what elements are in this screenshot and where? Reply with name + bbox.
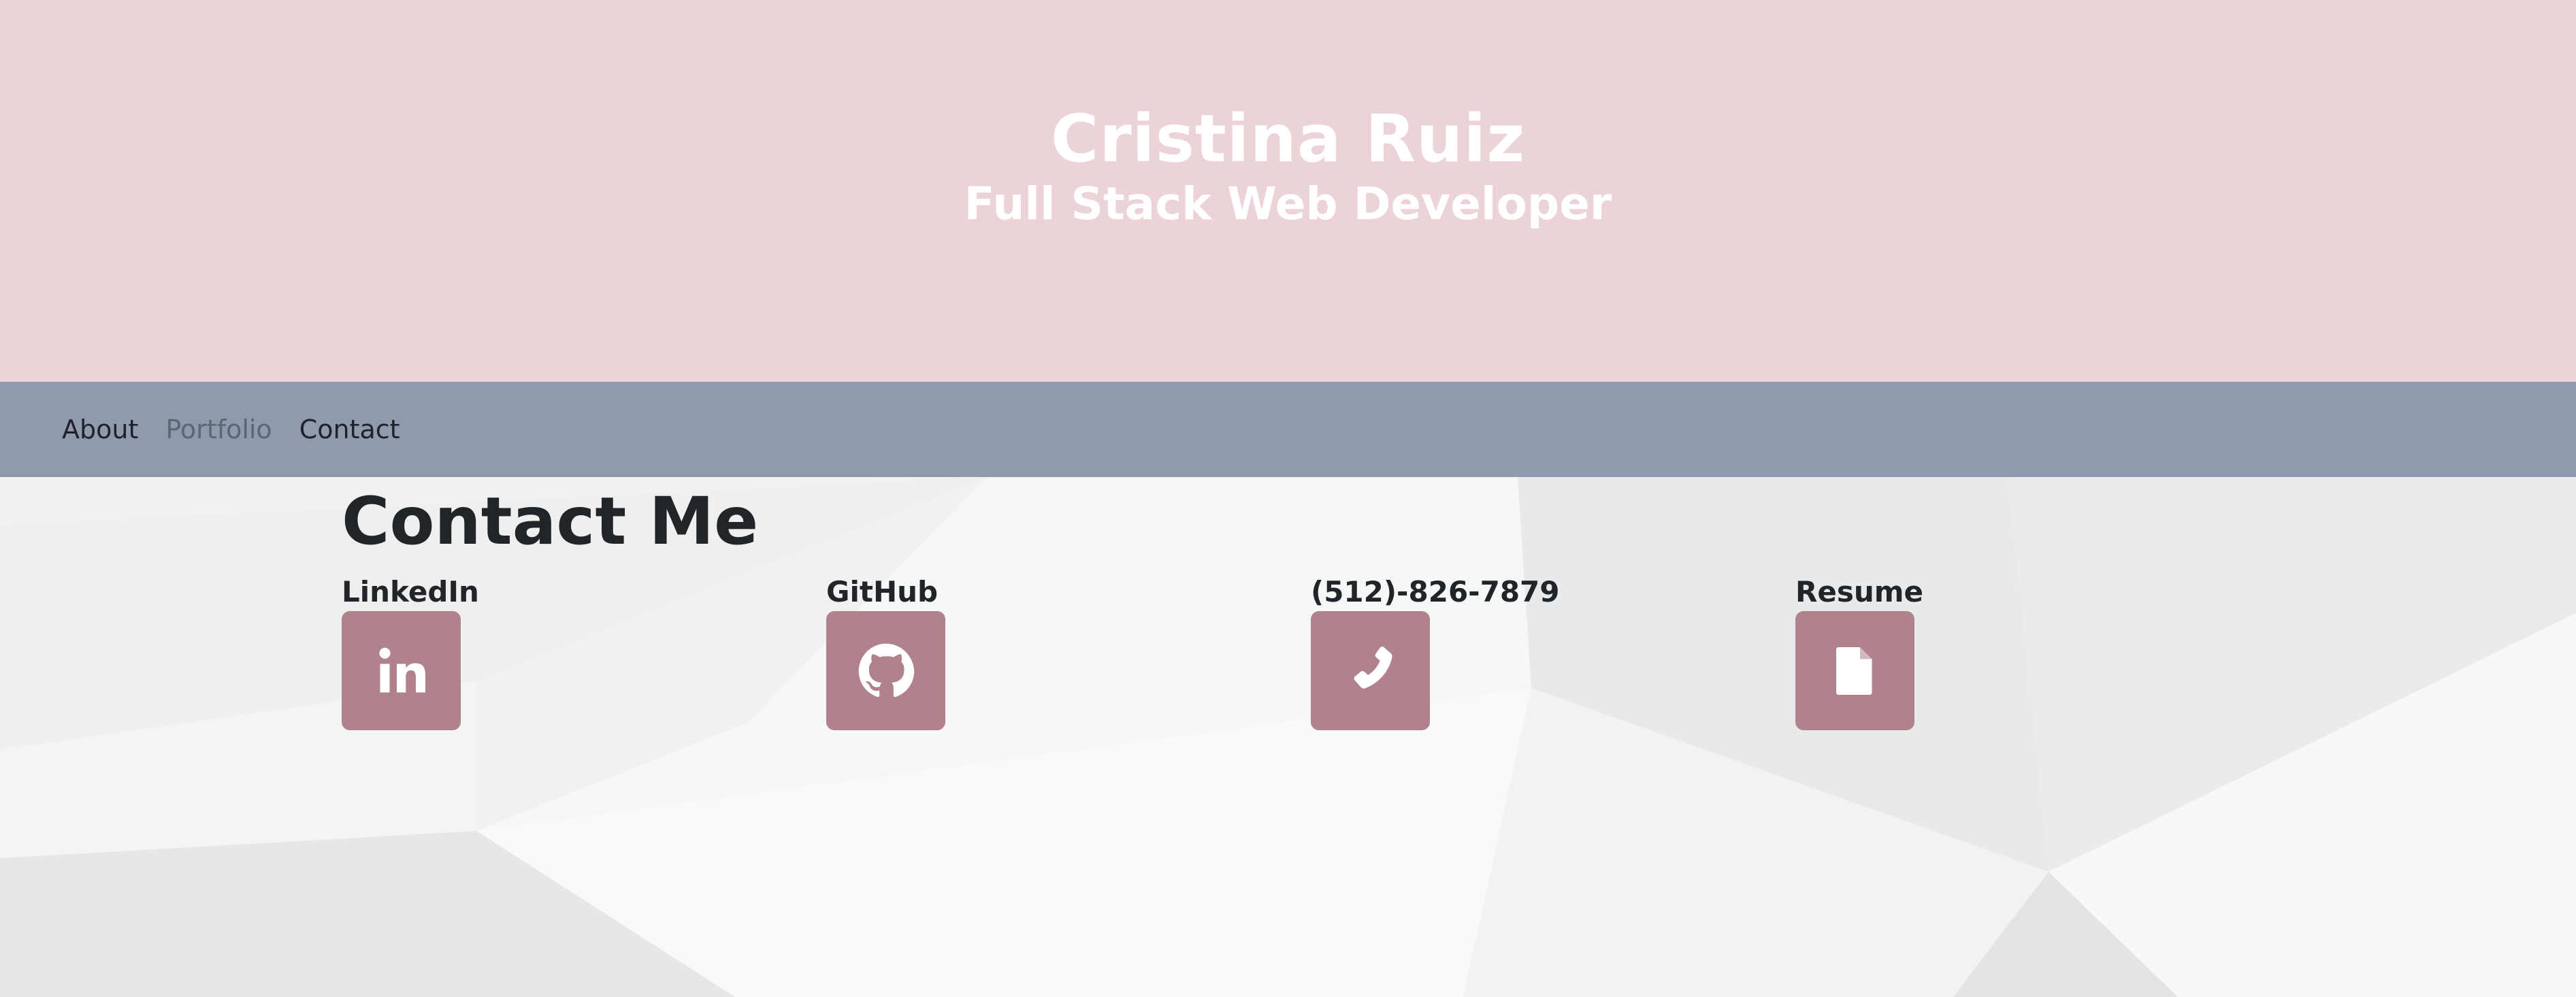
contact-card-github: GitHub	[826, 573, 1311, 730]
contact-label-phone: (512)-826-7879	[1311, 575, 1560, 608]
contact-card-linkedin: LinkedIn	[342, 573, 826, 730]
contact-label-resume: Resume	[1795, 575, 1923, 608]
header-banner: Cristina Ruiz Full Stack Web Developer	[0, 0, 2576, 382]
linkedin-icon	[378, 647, 425, 692]
nav-link-contact[interactable]: Contact	[299, 414, 400, 444]
contact-links: LinkedIn GitHub (512)-826-7879 Resume	[342, 573, 2280, 730]
site-name: Cristina Ruiz	[1050, 101, 1526, 178]
phone-button[interactable]	[1311, 611, 1430, 730]
site-subtitle: Full Stack Web Developer	[964, 178, 1612, 230]
contact-section: Contact Me	[342, 477, 758, 561]
phone-icon	[1354, 646, 1392, 689]
navbar: About Portfolio Contact	[0, 382, 2576, 477]
nav-link-about[interactable]: About	[62, 414, 138, 444]
contact-heading: Contact Me	[342, 483, 759, 559]
github-button[interactable]	[826, 611, 945, 730]
github-icon	[858, 643, 914, 697]
contact-label-github: GitHub	[826, 575, 939, 608]
linkedin-button[interactable]	[342, 611, 461, 730]
nav-link-portfolio[interactable]: Portfolio	[165, 414, 272, 444]
contact-card-phone: (512)-826-7879	[1311, 573, 1795, 730]
contact-label-linkedin: LinkedIn	[342, 575, 479, 608]
resume-button[interactable]	[1795, 611, 1914, 730]
contact-card-resume: Resume	[1795, 573, 2280, 730]
file-icon	[1836, 647, 1872, 695]
